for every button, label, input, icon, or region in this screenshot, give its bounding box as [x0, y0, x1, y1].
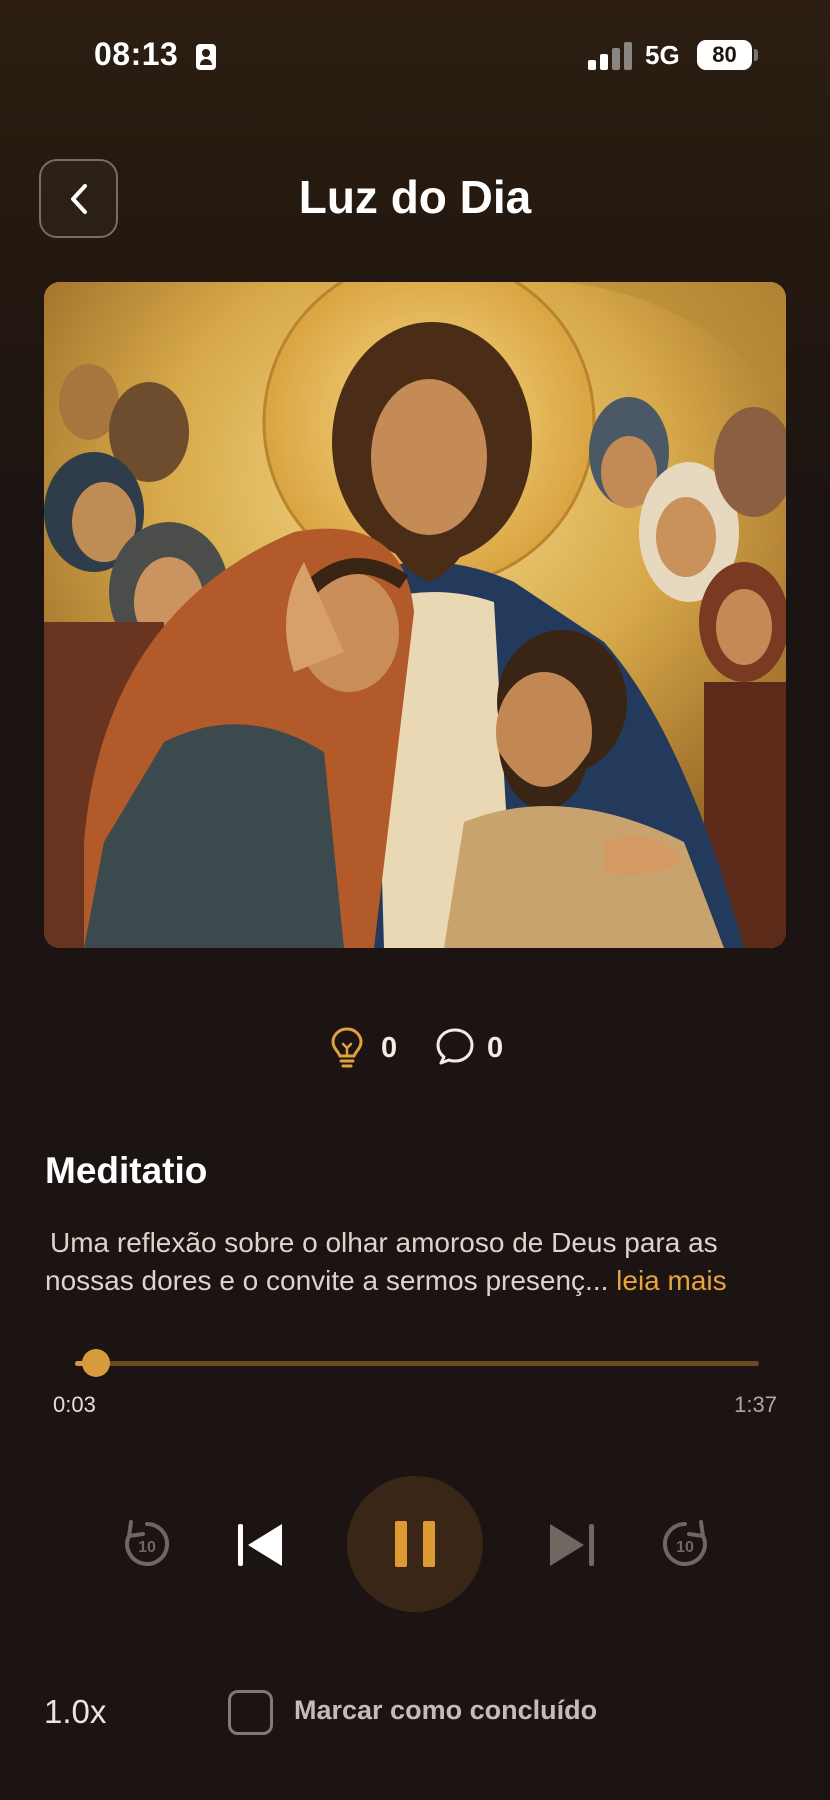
forward-10-button[interactable]: 10 [657, 1516, 713, 1572]
rewind-label: 10 [138, 1539, 156, 1556]
next-track-button[interactable] [546, 1520, 596, 1570]
contact-card-icon [196, 44, 216, 70]
cover-artwork [44, 282, 786, 948]
mark-complete-label[interactable]: Marcar como concluído [294, 1695, 597, 1726]
comments-count: 0 [487, 1032, 504, 1064]
battery-icon: 80 [697, 40, 752, 70]
previous-track-button[interactable] [236, 1520, 286, 1570]
section-title: Meditatio [45, 1150, 208, 1191]
insights-count: 0 [381, 1032, 398, 1064]
pause-bar-right [423, 1521, 435, 1567]
forward-label: 10 [676, 1539, 694, 1556]
engagement-stats: 0 0 [0, 1022, 830, 1078]
status-bar: 08:13 5G 80 [0, 0, 830, 110]
pause-bar-left [395, 1521, 407, 1567]
rewind-10-button[interactable]: 10 [119, 1516, 175, 1572]
page-title: Luz do Dia [298, 171, 532, 223]
description-line-2: nossas dores e o convite a sermos presen… [45, 1265, 609, 1296]
read-more-link[interactable]: leia mais [616, 1265, 726, 1296]
battery-tip [754, 49, 758, 61]
network-type: 5G [645, 40, 680, 70]
description-line-1: Uma reflexão sobre o olhar amoroso de De… [50, 1227, 718, 1258]
description: Uma reflexão sobre o olhar amoroso de De… [45, 1224, 795, 1300]
total-time: 1:37 [734, 1392, 777, 1417]
status-time: 08:13 [94, 36, 179, 72]
lightbulb-icon[interactable] [330, 1026, 364, 1068]
pause-button[interactable] [347, 1476, 483, 1612]
progress-track[interactable] [75, 1349, 759, 1377]
religious-painting-image [44, 282, 786, 948]
mark-complete-checkbox[interactable] [228, 1690, 273, 1735]
comment-bubble-icon[interactable] [435, 1026, 475, 1066]
signal-strength-icon [588, 42, 632, 70]
playback-speed-button[interactable]: 1.0x [44, 1693, 106, 1731]
current-time: 0:03 [53, 1392, 96, 1417]
progress-thumb[interactable] [81, 1349, 110, 1377]
